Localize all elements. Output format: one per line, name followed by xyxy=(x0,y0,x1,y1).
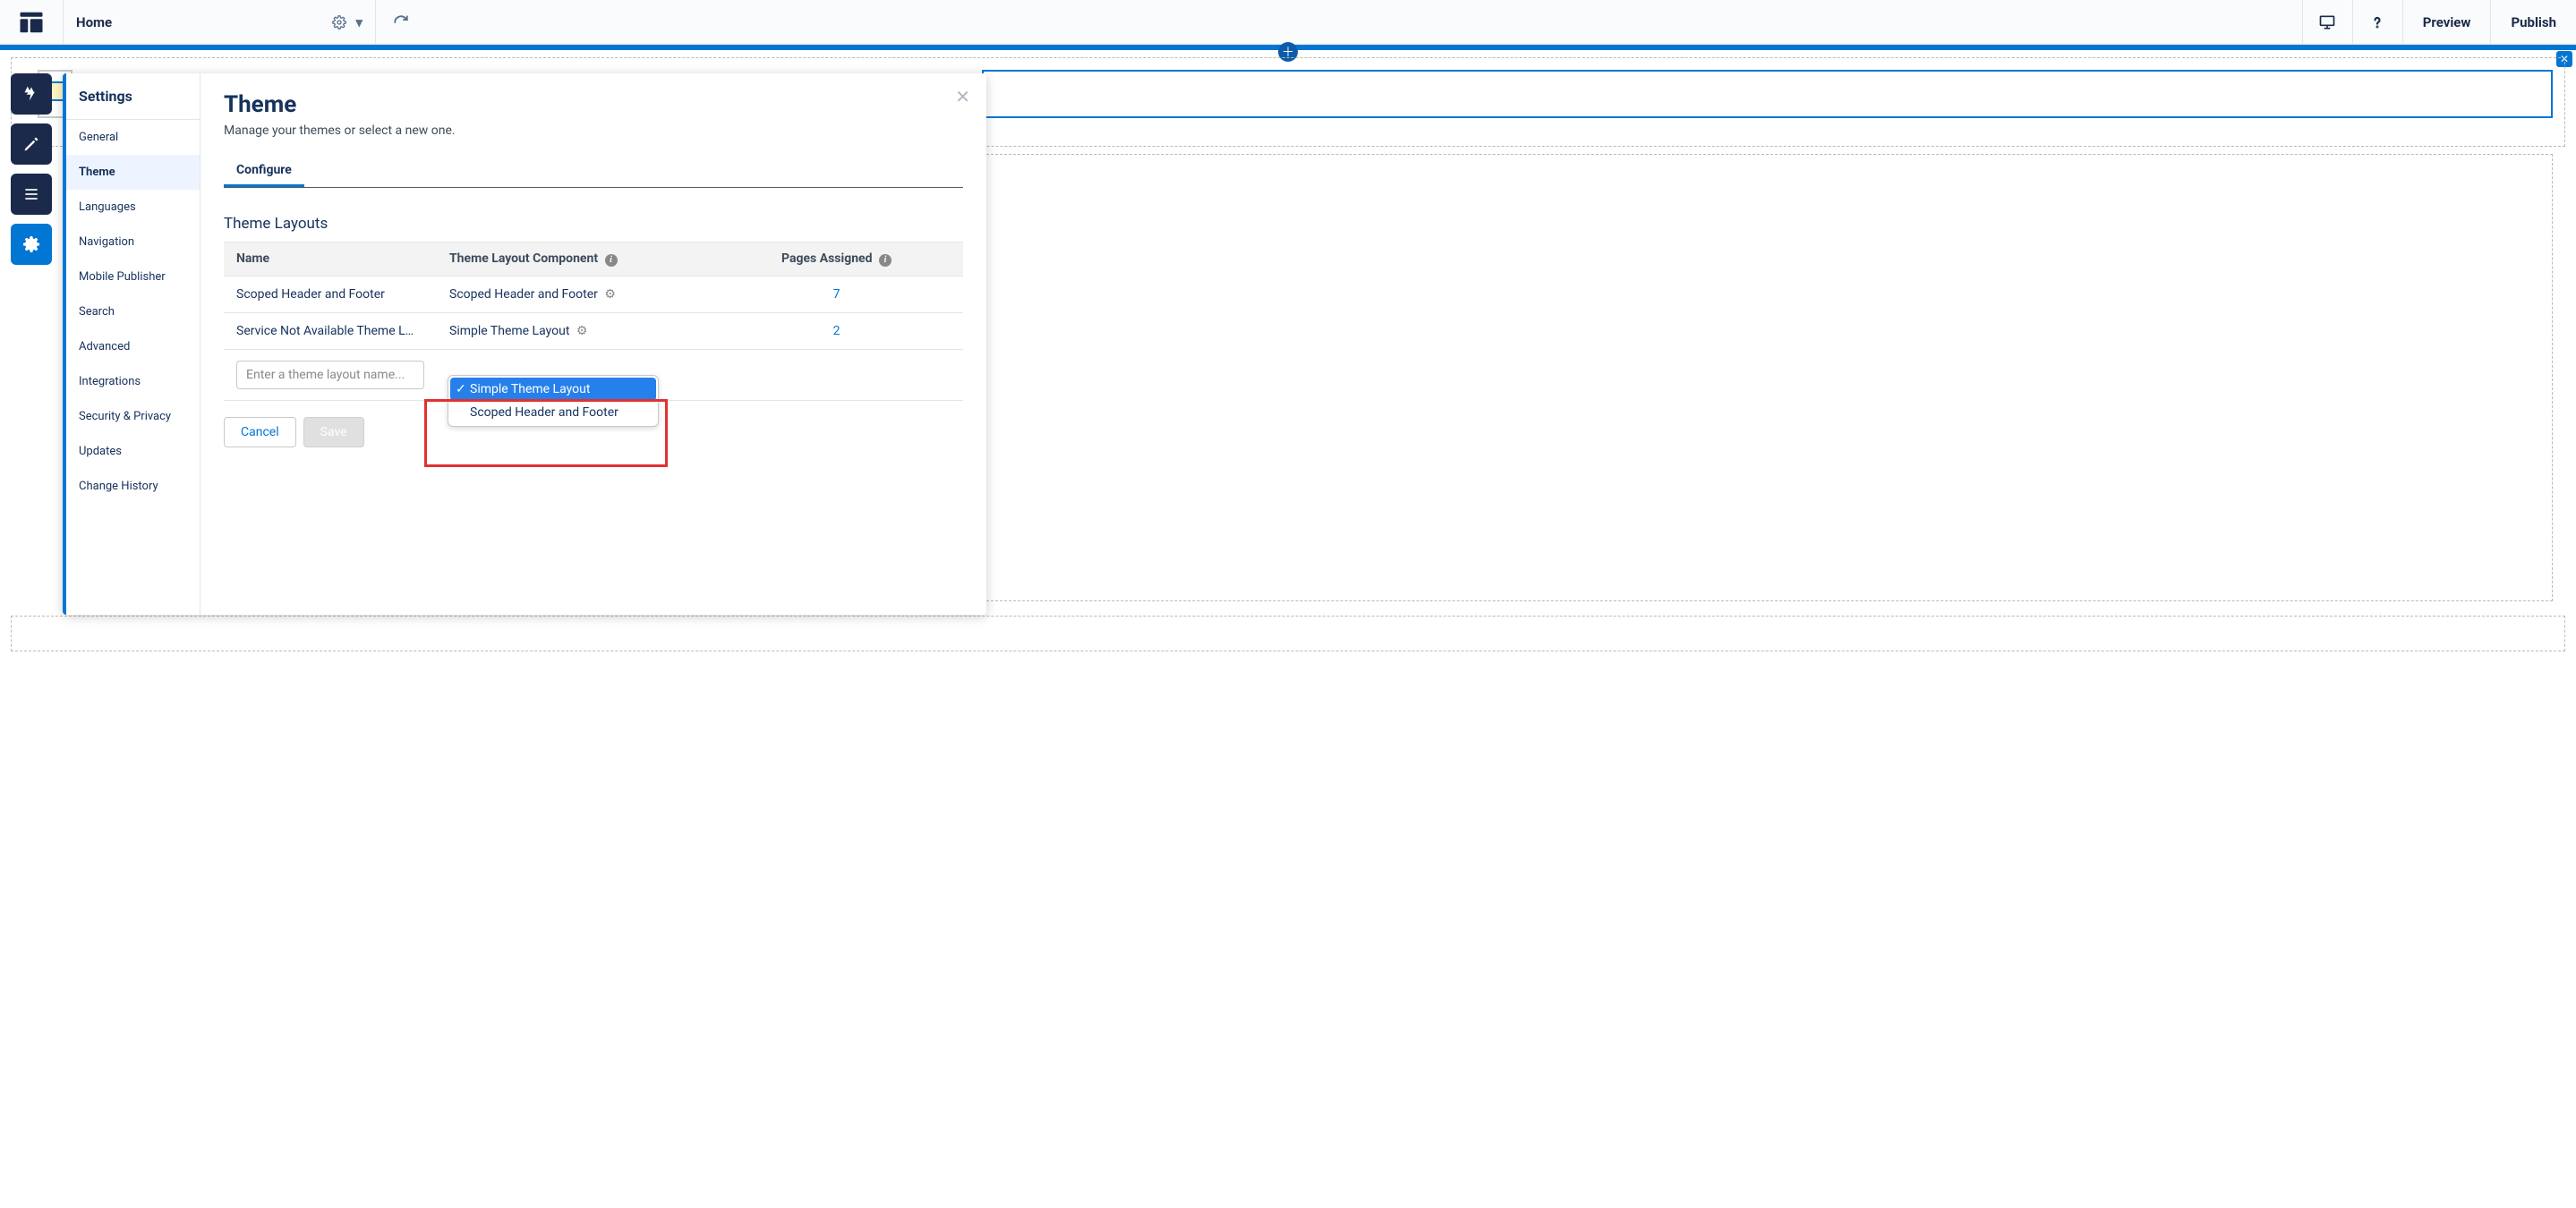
tab-configure[interactable]: Configure xyxy=(224,154,304,187)
cell-name: Scoped Header and Footer xyxy=(224,276,437,312)
gear-icon[interactable]: ⚙ xyxy=(604,287,616,302)
new-layout-row: Simple Theme LayoutScoped Header and Foo… xyxy=(224,349,963,400)
dropdown-option[interactable]: Simple Theme Layout xyxy=(450,378,656,401)
sidebar-item-languages[interactable]: Languages xyxy=(66,190,200,225)
cell-pages: 7 xyxy=(710,276,963,312)
sidebar-item-advanced[interactable]: Advanced xyxy=(66,329,200,364)
rail-settings-button[interactable] xyxy=(11,224,52,265)
dropdown-option[interactable]: Scoped Header and Footer xyxy=(450,401,656,424)
top-toolbar: Home ▾ Preview Publish xyxy=(0,0,2576,45)
panel-title: Theme xyxy=(224,91,963,118)
col-name: Name xyxy=(224,242,437,276)
pages-link[interactable]: 7 xyxy=(833,287,840,302)
caret-down-icon[interactable]: ▾ xyxy=(355,14,363,30)
settings-panel: Settings GeneralThemeLanguagesNavigation… xyxy=(63,73,986,615)
region-body-placeholder[interactable] xyxy=(982,154,2553,601)
left-rail xyxy=(11,73,52,265)
dropdown-list: Simple Theme LayoutScoped Header and Foo… xyxy=(448,375,659,427)
publish-button[interactable]: Publish xyxy=(2490,0,2576,44)
info-icon[interactable]: i xyxy=(605,254,618,267)
sidebar-item-change-history[interactable]: Change History xyxy=(66,469,200,504)
gear-icon[interactable] xyxy=(332,15,346,30)
theme-layout-name-input[interactable] xyxy=(236,361,424,389)
sidebar-item-general[interactable]: General xyxy=(66,120,200,155)
home-tab[interactable]: Home ▾ xyxy=(63,0,376,44)
settings-sidebar: Settings GeneralThemeLanguagesNavigation… xyxy=(66,73,200,615)
sidebar-item-updates[interactable]: Updates xyxy=(66,434,200,469)
sidebar-item-mobile-publisher[interactable]: Mobile Publisher xyxy=(66,259,200,294)
preview-button[interactable]: Preview xyxy=(2402,0,2491,44)
save-button[interactable]: Save xyxy=(303,417,364,447)
close-panel-button[interactable]: ✕ xyxy=(955,86,970,107)
settings-sidebar-title: Settings xyxy=(66,73,200,120)
component-slot-right[interactable] xyxy=(982,70,2553,118)
col-component: Theme Layout Component i xyxy=(437,242,710,276)
sidebar-item-search[interactable]: Search xyxy=(66,294,200,329)
section-title: Theme Layouts xyxy=(224,215,963,233)
desktop-view-button[interactable] xyxy=(2302,0,2352,44)
settings-main: ✕ Theme Manage your themes or select a n… xyxy=(200,73,986,615)
cancel-button[interactable]: Cancel xyxy=(224,417,296,447)
rail-pages-button[interactable] xyxy=(11,174,52,215)
panel-subtitle: Manage your themes or select a new one. xyxy=(224,123,963,138)
refresh-button[interactable] xyxy=(376,0,426,44)
sidebar-item-navigation[interactable]: Navigation xyxy=(66,225,200,259)
cell-component: Scoped Header and Footer ⚙ xyxy=(437,276,710,312)
region-footer-placeholder[interactable] xyxy=(11,616,2565,651)
sidebar-item-integrations[interactable]: Integrations xyxy=(66,364,200,399)
cell-pages: 2 xyxy=(710,312,963,349)
sidebar-item-security-privacy[interactable]: Security & Privacy xyxy=(66,399,200,434)
table-row: Service Not Available Theme L…Simple The… xyxy=(224,312,963,349)
pages-link[interactable]: 2 xyxy=(833,324,840,338)
tabs-row: Configure xyxy=(224,154,963,188)
sidebar-item-theme[interactable]: Theme xyxy=(66,155,200,190)
theme-layouts-table: Name Theme Layout Component i Pages Assi… xyxy=(224,242,963,401)
info-icon[interactable]: i xyxy=(879,254,891,267)
rail-theme-button[interactable] xyxy=(11,123,52,165)
help-button[interactable] xyxy=(2352,0,2402,44)
cell-name: Service Not Available Theme L… xyxy=(224,312,437,349)
gear-icon[interactable]: ⚙ xyxy=(576,324,588,338)
rail-components-button[interactable] xyxy=(11,73,52,115)
cell-component: Simple Theme Layout ⚙ xyxy=(437,312,710,349)
home-label: Home xyxy=(76,14,112,30)
table-row: Scoped Header and FooterScoped Header an… xyxy=(224,276,963,312)
layout-icon[interactable] xyxy=(0,0,63,44)
col-pages: Pages Assigned i xyxy=(710,242,963,276)
